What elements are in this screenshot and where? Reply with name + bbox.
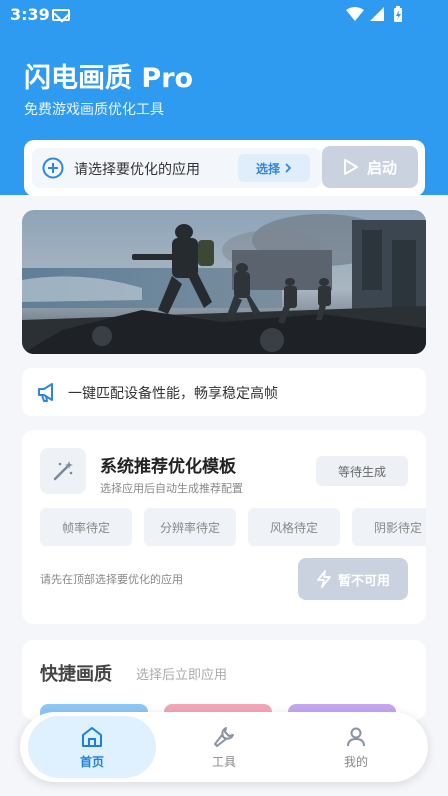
template-chip-row: 帧率待定 分辨率待定 风格待定 阴影待定 xyxy=(40,508,426,546)
wand-icon-box xyxy=(40,448,86,494)
chip-resolution: 分辨率待定 xyxy=(144,508,236,546)
magic-wand-icon xyxy=(53,461,73,481)
person-icon xyxy=(347,727,365,746)
app-selector-card: 请选择要优化的应用 选择 启动 xyxy=(24,140,425,196)
app-selector-prompt: 请选择要优化的应用 xyxy=(74,162,200,178)
app-title: 闪电画质 Pro xyxy=(24,63,194,94)
start-label: 启动 xyxy=(366,158,397,177)
lightning-icon xyxy=(317,570,331,588)
notice-text: 一键匹配设备性能，畅享稳定高帧 xyxy=(68,386,278,402)
apply-template-label: 暂不可用 xyxy=(337,573,390,589)
template-hint: 请先在顶部选择要优化的应用 xyxy=(40,573,183,586)
template-subtitle: 选择应用后自动生成推荐配置 xyxy=(100,482,243,495)
choose-app-label: 选择 xyxy=(255,161,280,176)
soldiers-illustration xyxy=(22,210,426,354)
nav-tools[interactable]: 工具 xyxy=(160,716,288,778)
chip-shadow: 阴影待定 xyxy=(352,508,426,546)
mail-icon xyxy=(52,9,70,21)
wifi-signal-battery-icon xyxy=(346,6,402,22)
bottom-nav: 首页 工具 我的 xyxy=(20,712,428,782)
quick-quality-subtitle: 选择后立即应用 xyxy=(136,668,228,683)
play-icon xyxy=(343,159,358,175)
start-button[interactable]: 启动 xyxy=(322,146,418,188)
quick-quality-card: 快捷画质 选择后立即应用 xyxy=(22,640,426,720)
notice-bar: 一键匹配设备性能，畅享稳定高帧 xyxy=(22,368,426,416)
nav-profile[interactable]: 我的 xyxy=(292,716,420,778)
nav-tools-label: 工具 xyxy=(211,754,236,769)
chip-framerate: 帧率待定 xyxy=(40,508,132,546)
waiting-status-button[interactable]: 等待生成 xyxy=(316,456,408,486)
chip-style: 风格待定 xyxy=(248,508,340,546)
template-title: 系统推荐优化模板 xyxy=(100,457,236,477)
home-icon xyxy=(82,726,102,747)
apply-template-button[interactable]: 暂不可用 xyxy=(298,558,408,600)
nav-home[interactable]: 首页 xyxy=(28,716,156,778)
app-selector[interactable]: 请选择要优化的应用 选择 xyxy=(32,148,322,188)
add-circle-icon xyxy=(42,157,64,179)
nav-profile-label: 我的 xyxy=(343,754,368,769)
recommend-template-card: 系统推荐优化模板 选择应用后自动生成推荐配置 等待生成 帧率待定 分辨率待定 风格待… xyxy=(22,430,426,624)
status-bar: 3:39 xyxy=(0,0,448,30)
megaphone-icon xyxy=(38,383,53,402)
quick-quality-title: 快捷画质 xyxy=(40,664,112,685)
choose-app-button[interactable]: 选择 xyxy=(238,154,310,182)
nav-home-label: 首页 xyxy=(79,754,104,769)
status-time: 3:39 xyxy=(10,5,50,24)
banner-image xyxy=(22,210,426,354)
chevron-right-icon xyxy=(285,163,292,173)
status-icons xyxy=(344,6,414,28)
app-subtitle: 免费游戏画质优化工具 xyxy=(24,102,164,118)
wrench-icon xyxy=(214,726,234,747)
